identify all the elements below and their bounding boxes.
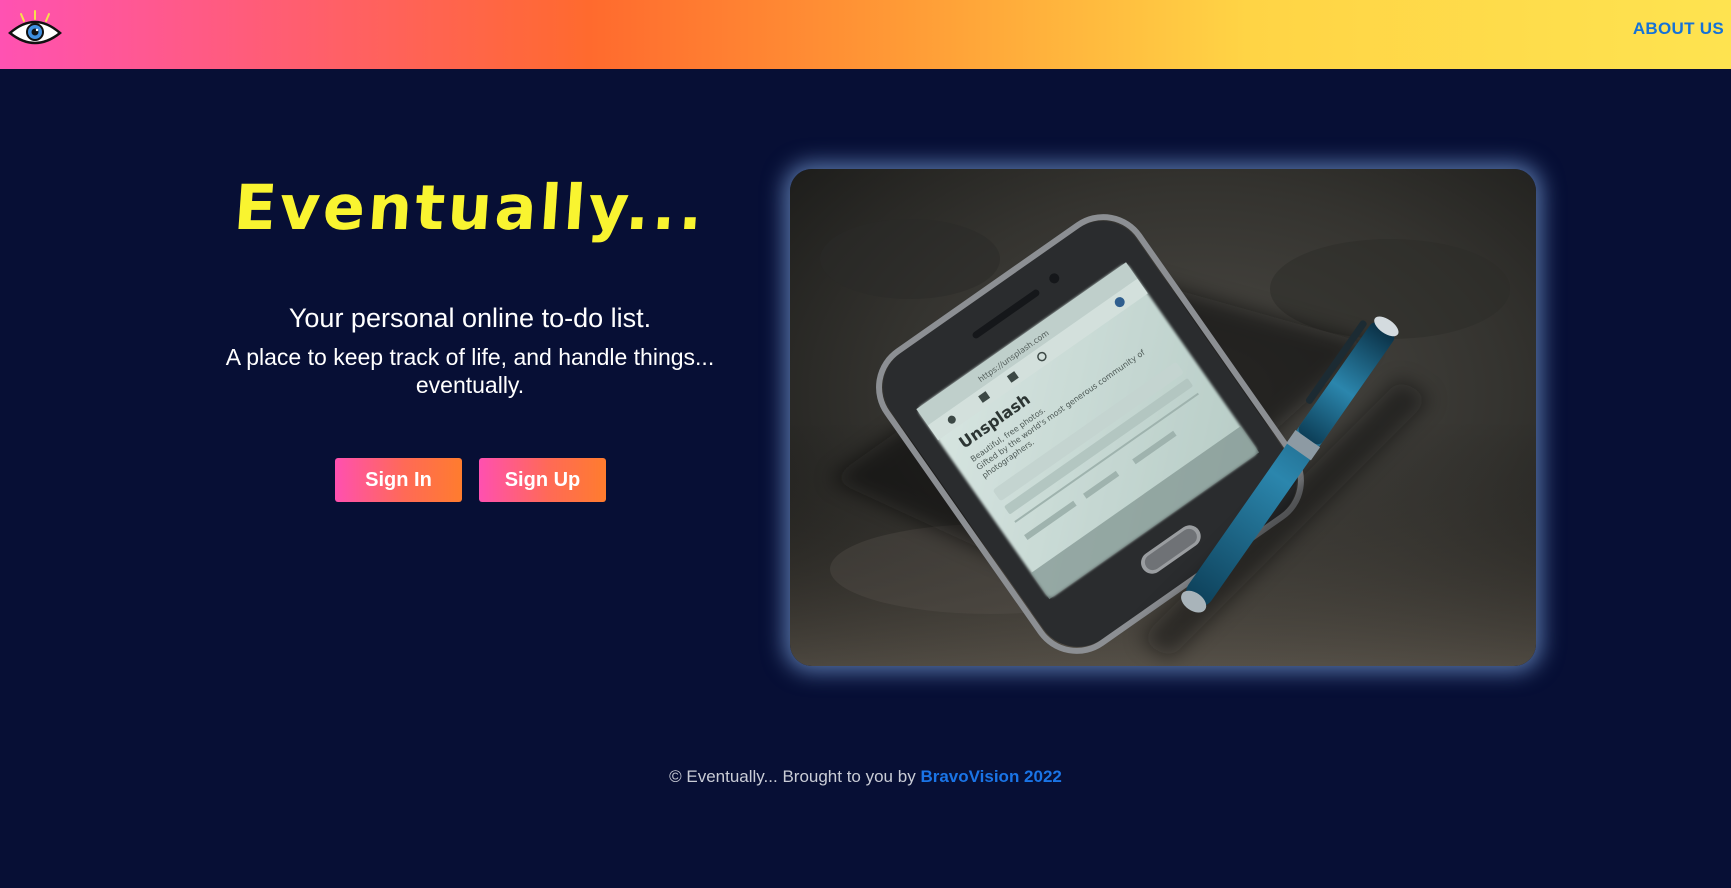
hero-phone-image: https://unsplash.com Unsplash Beautiful,… bbox=[790, 169, 1536, 666]
sign-up-button[interactable]: Sign Up bbox=[479, 458, 606, 502]
footer-brand-link[interactable]: BravoVision 2022 bbox=[920, 767, 1061, 786]
hero-tagline: Your personal online to-do list. bbox=[288, 303, 652, 333]
about-us-link[interactable]: ABOUT US bbox=[1633, 19, 1724, 39]
page-footer: © Eventually... Brought to you by BravoV… bbox=[0, 767, 1731, 787]
top-navbar: ABOUT US bbox=[0, 0, 1731, 69]
eye-logo-icon[interactable] bbox=[8, 9, 62, 51]
hero-subtagline: A place to keep track of life, and handl… bbox=[225, 344, 715, 398]
sign-in-button[interactable]: Sign In bbox=[335, 458, 462, 502]
footer-copyright: © Eventually... Brought to you by bbox=[669, 767, 916, 786]
hero-text-panel: Eventually... Your personal online to-do… bbox=[205, 160, 735, 502]
hero-title: Eventually... bbox=[231, 171, 709, 244]
